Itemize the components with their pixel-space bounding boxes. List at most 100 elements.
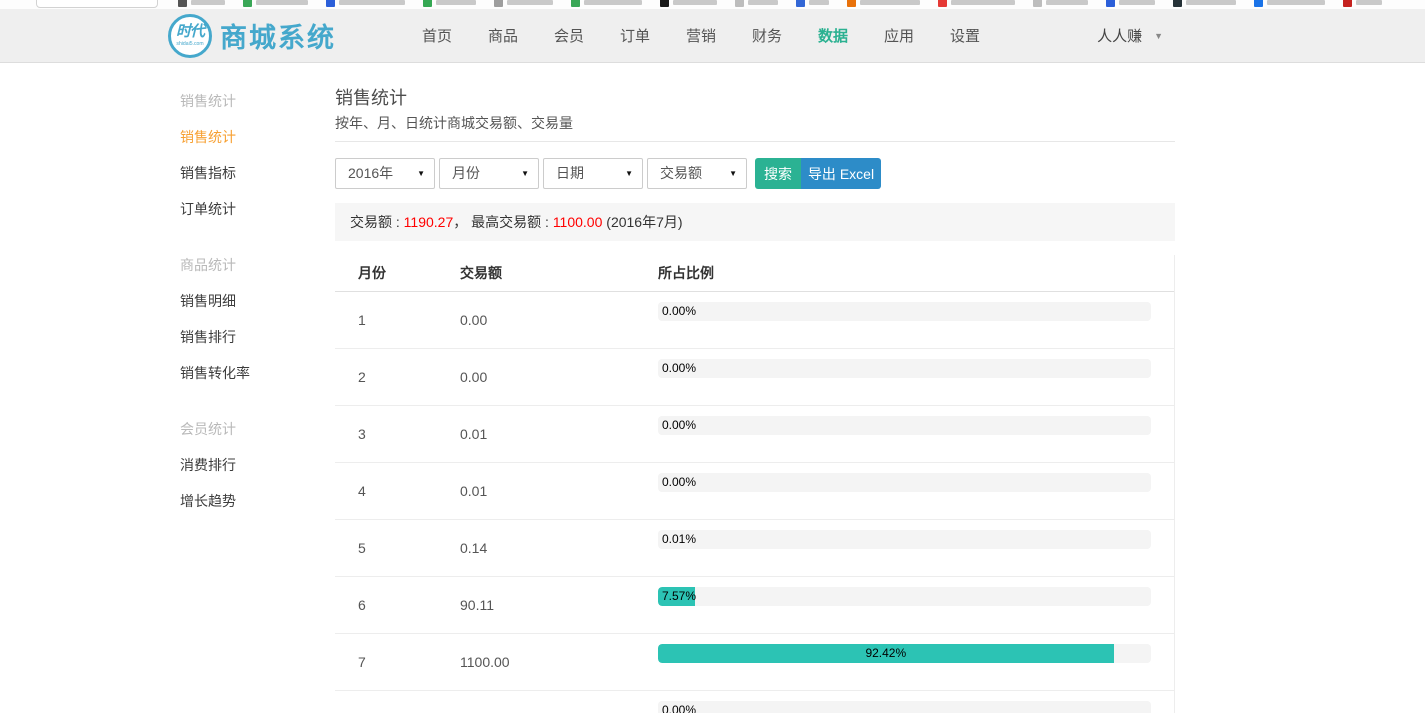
table-row: 50.140.01% xyxy=(335,520,1174,577)
browser-bookmarks-bar xyxy=(0,0,1425,9)
nav-item-营销[interactable]: 营销 xyxy=(668,25,734,46)
bookmark-favicon-icon xyxy=(571,0,580,7)
bookmark-item[interactable] xyxy=(178,0,225,7)
user-menu[interactable]: 人人赚 ▼ xyxy=(1097,25,1163,46)
cell-month: 1 xyxy=(335,292,460,348)
percent-bar-track: 0.01% xyxy=(658,530,1151,549)
cell-month: 2 xyxy=(335,349,460,405)
title-divider xyxy=(335,141,1175,142)
sidebar-item-增长趋势[interactable]: 增长趋势 xyxy=(180,483,320,519)
page-subtitle: 按年、月、日统计商城交易额、交易量 xyxy=(335,115,1175,131)
day-select[interactable]: 日期 ▼ xyxy=(543,158,643,189)
bookmark-item[interactable] xyxy=(1254,0,1325,7)
bookmark-item[interactable] xyxy=(1173,0,1236,7)
cell-amount: 0.01 xyxy=(460,406,658,462)
main-content: 销售统计 按年、月、日统计商城交易额、交易量 2016年 ▼ 月份 ▼ 日期 ▼… xyxy=(335,63,1175,713)
bookmark-favicon-icon xyxy=(847,0,856,7)
bookmark-label xyxy=(584,0,642,5)
nav-item-商品[interactable]: 商品 xyxy=(470,25,536,46)
table-row: 690.117.57% xyxy=(335,577,1174,634)
percent-bar-track: 0.00% xyxy=(658,359,1151,378)
sales-table: 月份 交易额 所占比例 10.000.00%20.000.00%30.010.0… xyxy=(335,255,1175,713)
summary-total-value: 1190.27 xyxy=(404,214,454,230)
sidebar-item-销售统计[interactable]: 销售统计 xyxy=(180,119,320,155)
bookmark-label xyxy=(809,0,829,5)
page-title: 销售统计 xyxy=(335,88,1175,108)
cell-percent: 7.57% xyxy=(658,577,1151,633)
bookmark-item[interactable] xyxy=(243,0,308,7)
sidebar-item-销售明细[interactable]: 销售明细 xyxy=(180,283,320,319)
percent-bar-label: 0.00% xyxy=(662,303,696,320)
cell-percent: 0.00% xyxy=(658,691,1151,713)
percent-bar-label: 92.42% xyxy=(658,645,1114,662)
summary-bar: 交易额 : 1190.27， 最高交易额 : 1100.00 (2016年7月) xyxy=(335,203,1175,241)
percent-bar-track: 0.00% xyxy=(658,302,1151,321)
nav-item-财务[interactable]: 财务 xyxy=(734,25,800,46)
export-excel-button[interactable]: 导出 Excel xyxy=(801,158,881,189)
percent-bar-label: 0.01% xyxy=(662,531,696,548)
search-button[interactable]: 搜索 xyxy=(755,158,801,189)
bookmark-item[interactable] xyxy=(735,0,778,7)
sidebar-item-销售排行[interactable]: 销售排行 xyxy=(180,319,320,355)
summary-max-value: 1100.00 xyxy=(553,214,603,230)
bookmark-favicon-icon xyxy=(735,0,744,7)
bookmark-item[interactable] xyxy=(494,0,553,7)
cell-percent: 0.00% xyxy=(658,463,1151,519)
sidebar-item-消费排行[interactable]: 消费排行 xyxy=(180,447,320,483)
bookmark-favicon-icon xyxy=(326,0,335,7)
chevron-down-icon: ▼ xyxy=(521,159,529,188)
cell-percent: 0.00% xyxy=(658,349,1151,405)
sidebar-item-订单统计[interactable]: 订单统计 xyxy=(180,191,320,227)
table-row: 10.000.00% xyxy=(335,292,1174,349)
nav-item-数据[interactable]: 数据 xyxy=(800,25,866,46)
browser-tab-remnant xyxy=(36,0,158,8)
bookmark-item[interactable] xyxy=(1106,0,1155,7)
nav-item-会员[interactable]: 会员 xyxy=(536,25,602,46)
bookmark-label xyxy=(256,0,308,5)
sidebar-item-销售转化率[interactable]: 销售转化率 xyxy=(180,355,320,391)
metric-select[interactable]: 交易额 ▼ xyxy=(647,158,747,189)
bookmark-item[interactable] xyxy=(571,0,642,7)
bookmark-item[interactable] xyxy=(1033,0,1088,7)
bookmark-item[interactable] xyxy=(423,0,476,7)
brand-logo[interactable]: 时代 shidai5.com 商城系统 xyxy=(168,14,336,58)
month-select[interactable]: 月份 ▼ xyxy=(439,158,539,189)
cell-amount: 0.00 xyxy=(460,292,658,348)
nav-item-应用[interactable]: 应用 xyxy=(866,25,932,46)
col-header-month: 月份 xyxy=(335,255,460,291)
cell-amount: 90.11 xyxy=(460,577,658,633)
chevron-down-icon: ▼ xyxy=(417,159,425,188)
bookmark-item[interactable] xyxy=(1343,0,1382,7)
nav-item-设置[interactable]: 设置 xyxy=(932,25,998,46)
logo-badge-text: 时代 xyxy=(176,24,204,39)
bookmark-label xyxy=(860,0,920,5)
percent-bar-track: 7.57% xyxy=(658,587,1151,606)
bookmark-item[interactable] xyxy=(796,0,829,7)
percent-bar-track: 0.00% xyxy=(658,473,1151,492)
year-select-value: 2016年 xyxy=(348,165,393,181)
brand-name: 商城系统 xyxy=(220,16,336,55)
percent-bar-track: 92.42% xyxy=(658,644,1151,663)
bookmark-item[interactable] xyxy=(660,0,717,7)
app-header: 时代 shidai5.com 商城系统 首页商品会员订单营销财务数据应用设置 人… xyxy=(0,9,1425,63)
bookmark-item[interactable] xyxy=(938,0,1015,7)
metric-select-value: 交易额 xyxy=(660,165,702,181)
bookmark-item[interactable] xyxy=(326,0,405,7)
cell-month: 4 xyxy=(335,463,460,519)
nav-item-首页[interactable]: 首页 xyxy=(404,25,470,46)
bookmark-label xyxy=(191,0,225,5)
sidebar: 销售统计销售统计销售指标订单统计商品统计销售明细销售排行销售转化率会员统计消费排… xyxy=(180,63,320,519)
bookmark-favicon-icon xyxy=(1106,0,1115,7)
user-menu-label: 人人赚 xyxy=(1097,25,1142,46)
bookmark-item[interactable] xyxy=(847,0,920,7)
nav-item-订单[interactable]: 订单 xyxy=(602,25,668,46)
percent-bar-track: 0.00% xyxy=(658,416,1151,435)
bookmark-label xyxy=(1267,0,1325,5)
sidebar-item-销售指标[interactable]: 销售指标 xyxy=(180,155,320,191)
sidebar-group-商品统计: 商品统计 xyxy=(180,247,320,283)
sidebar-group-销售统计: 销售统计 xyxy=(180,83,320,119)
cell-percent: 0.01% xyxy=(658,520,1151,576)
cell-percent: 0.00% xyxy=(658,292,1151,348)
percent-bar-label: 0.00% xyxy=(662,702,696,713)
year-select[interactable]: 2016年 ▼ xyxy=(335,158,435,189)
